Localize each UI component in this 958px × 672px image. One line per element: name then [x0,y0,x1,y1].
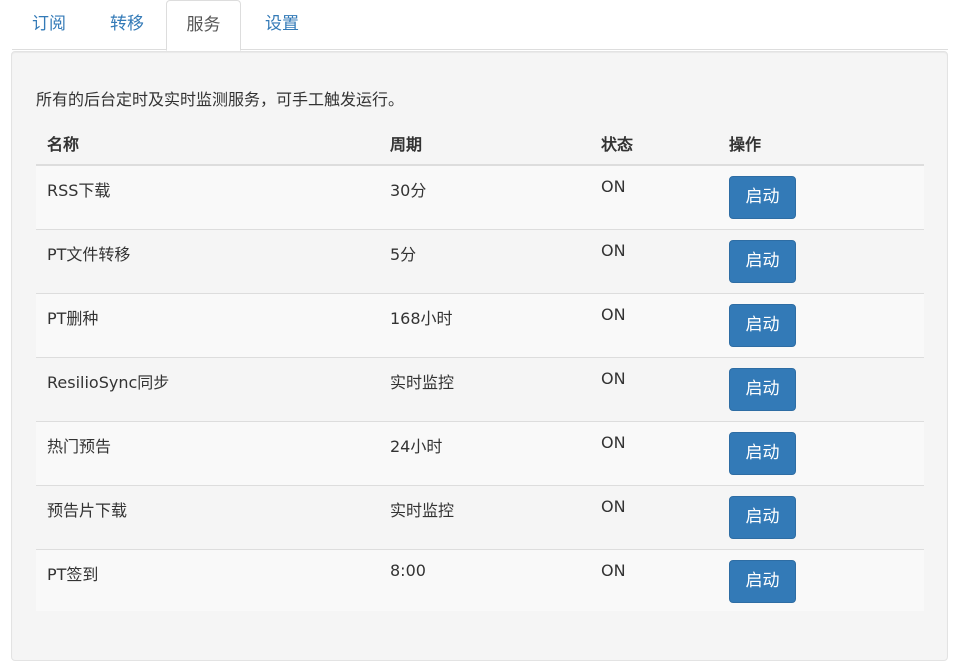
service-status: ON [601,497,626,516]
start-button[interactable]: 启动 [729,560,796,603]
service-name: 热门预告 [47,437,112,456]
service-name: RSS下载 [47,181,111,200]
tab-settings[interactable]: 设置 [245,0,319,50]
service-period: 实时监控 [390,373,455,392]
start-button[interactable]: 启动 [729,176,796,219]
service-panel: 所有的后台定时及实时监测服务，可手工触发运行。 名称 周期 状态 操作 RSS下… [11,51,948,661]
service-period: 实时监控 [390,501,455,520]
table-row: RSS下载 30分 ON 启动 [36,166,924,230]
service-status: ON [601,177,626,196]
tab-service[interactable]: 服务 [166,0,241,51]
start-button[interactable]: 启动 [729,304,796,347]
service-period: 30分 [390,181,427,200]
service-status: ON [601,241,626,260]
service-name: ResilioSync同步 [47,373,170,392]
nav-tabs: 订阅 转移 服务 设置 [12,0,948,51]
service-period: 8:00 [390,561,426,580]
table-row: PT删种 168小时 ON 启动 [36,294,924,358]
service-status: ON [601,369,626,388]
start-button[interactable]: 启动 [729,432,796,475]
service-name: 预告片下载 [47,501,128,520]
start-button[interactable]: 启动 [729,240,796,283]
service-name: PT签到 [47,565,99,584]
header-status: 状态 [601,135,634,154]
table-header: 名称 周期 状态 操作 [36,119,924,166]
panel-description: 所有的后台定时及实时监测服务，可手工触发运行。 [36,90,405,109]
service-name: PT文件转移 [47,245,131,264]
table-row: ResilioSync同步 实时监控 ON 启动 [36,358,924,422]
table-row: 热门预告 24小时 ON 启动 [36,422,924,486]
service-status: ON [601,433,626,452]
header-action: 操作 [729,135,762,154]
header-period: 周期 [390,135,423,154]
table-row: 预告片下载 实时监控 ON 启动 [36,486,924,550]
start-button[interactable]: 启动 [729,368,796,411]
service-period: 24小时 [390,437,443,456]
service-status: ON [601,561,626,580]
table-row: PT文件转移 5分 ON 启动 [36,230,924,294]
tab-transfer[interactable]: 转移 [90,0,164,50]
service-table: 名称 周期 状态 操作 RSS下载 30分 ON 启动 PT文件转移 5分 ON… [36,119,924,611]
header-name: 名称 [47,135,80,154]
service-period: 5分 [390,245,417,264]
service-name: PT删种 [47,309,99,328]
start-button[interactable]: 启动 [729,496,796,539]
service-status: ON [601,305,626,324]
table-row: PT签到 8:00 ON 启动 [36,550,924,611]
tab-subscribe[interactable]: 订阅 [12,0,86,50]
service-period: 168小时 [390,309,453,328]
